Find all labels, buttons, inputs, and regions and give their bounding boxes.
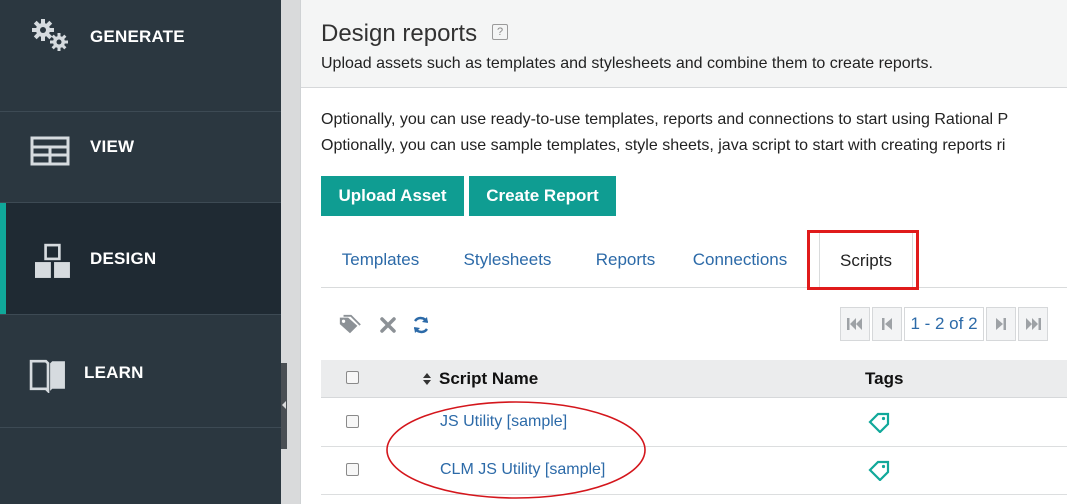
next-page-icon[interactable] [986,307,1016,341]
page-header: Design reports ? Upload assets such as t… [301,0,1067,88]
create-report-button[interactable]: Create Report [469,176,616,216]
page-title: Design reports [321,20,478,47]
book-icon [29,359,65,393]
sidebar: GENERATE VIEW DESIGN LEARN [0,0,281,504]
tag-icon[interactable] [338,313,362,337]
nav-label-generate: GENERATE [90,27,185,46]
tag-icon[interactable] [867,459,891,481]
page-indicator: 1 - 2 of 2 [904,307,984,341]
prev-page-icon[interactable] [872,307,902,341]
nav-label-view: VIEW [90,137,135,156]
tab-connections[interactable]: Connections [681,232,799,288]
layout-grid-icon [30,136,70,166]
nav-item-learn[interactable]: LEARN [0,316,281,428]
nav-item-view[interactable]: VIEW [0,91,281,203]
refresh-icon[interactable] [409,313,433,337]
nav-item-design[interactable]: DESIGN [0,203,281,315]
row-checkbox[interactable] [346,415,359,428]
rows-highlight-ellipse [386,401,646,499]
info-line-2: Optionally, you can use sample templates… [321,137,1006,154]
page-subtitle: Upload assets such as templates and styl… [321,55,933,72]
delete-icon[interactable] [376,313,400,337]
first-page-icon[interactable] [840,307,870,341]
scripts-tab-highlight [807,230,919,290]
row-checkbox[interactable] [346,463,359,476]
column-header-tags: Tags [865,369,904,388]
tag-icon[interactable] [867,411,891,433]
info-line-1: Optionally, you can use ready-to-use tem… [321,111,1009,128]
select-all-checkbox[interactable] [346,371,359,384]
last-page-icon[interactable] [1018,307,1048,341]
tab-bar: Templates Stylesheets Reports Connection… [321,232,1067,289]
nav-label-learn: LEARN [84,363,144,382]
pagination: 1 - 2 of 2 [840,307,1050,341]
tab-stylesheets[interactable]: Stylesheets [445,232,570,288]
nav-label-design: DESIGN [90,249,157,268]
tab-reports[interactable]: Reports [577,232,674,288]
sort-icon[interactable] [422,372,432,386]
upload-asset-button[interactable]: Upload Asset [321,176,464,216]
help-icon[interactable]: ? [492,24,508,40]
table-header: Script Name Tags [321,360,1067,398]
column-header-script-name[interactable]: Script Name [439,369,538,389]
gears-icon [32,19,68,51]
tab-templates[interactable]: Templates [321,232,440,288]
blocks-icon [35,243,70,278]
collapse-arrow-icon[interactable] [282,401,286,409]
